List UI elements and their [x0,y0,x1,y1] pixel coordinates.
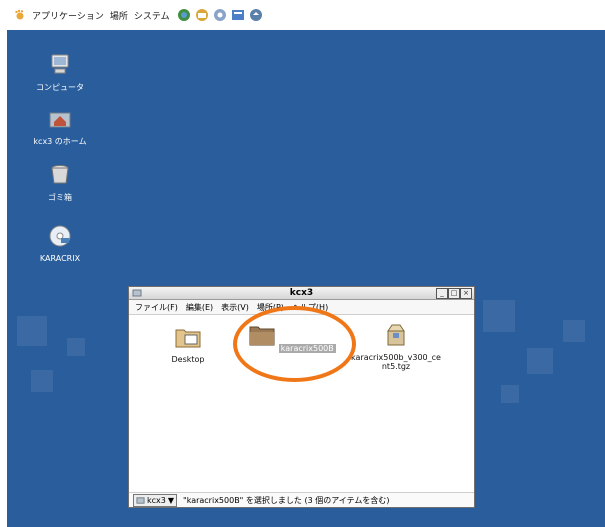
minimize-button[interactable]: _ [436,288,448,299]
desktop-decoration [31,370,53,392]
window-titlebar[interactable]: kcx3 _ □ × [129,287,474,300]
desktop-folder-icon [175,329,201,348]
messenger-icon[interactable] [212,8,228,22]
desktop-icon-label: コンピュータ [36,83,84,92]
desktop-icon-label: kcx3 のホーム [33,137,87,146]
trash-icon [51,165,69,184]
file-label: karacrix500B [278,344,336,353]
window-title: kcx3 [289,288,314,298]
home-folder-icon [136,496,145,504]
desktop-decoration [483,300,515,332]
cdrom-icon [49,225,71,247]
menu-edit[interactable]: 編集(E) [186,302,213,313]
folder-icon [249,326,275,346]
status-message: "karacrix500B" を選択しました (3 個のアイテムを含む) [183,495,390,505]
file-browser-window[interactable]: kcx3 _ □ × ファイル(F) 編集(E) 表示(V) 場所(P) ヘルプ… [128,286,475,508]
email-icon[interactable] [194,8,210,22]
top-panel: アプリケーション 場所 システム [0,0,605,30]
file-label: karacrix500b_v300_cent5.tgz [351,353,441,371]
file-item-karacrix500b[interactable]: karacrix500B [247,323,337,353]
menu-help[interactable]: ヘルプ(H) [292,302,328,313]
office-icon[interactable] [230,8,246,22]
desktop-icon-home[interactable]: kcx3 のホーム [15,106,105,147]
gnome-foot-icon[interactable] [14,9,26,21]
archive-icon [387,324,405,346]
desktop-decoration [17,316,47,346]
desktop-icon-trash[interactable]: ゴミ箱 [15,162,105,203]
file-view[interactable]: Desktop karacrix500B karacrix500b_v300_c… [129,315,474,491]
menu-places[interactable]: 場所(P) [257,302,284,313]
location-label: kcx3 [147,495,166,505]
desktop-icon-karacrix[interactable]: KARACRIX [15,224,105,263]
file-item-archive[interactable]: karacrix500b_v300_cent5.tgz [351,323,441,371]
home-folder-icon [49,112,71,128]
maximize-button[interactable]: □ [448,288,460,299]
desktop-decoration [501,385,519,403]
applications-menu[interactable]: アプリケーション [32,9,104,22]
desktop-icon-label: KARACRIX [39,254,81,263]
desktop-icon-label: ゴミ箱 [48,193,72,202]
file-label: Desktop [171,355,205,364]
desktop-decoration [563,320,585,342]
file-item-desktop[interactable]: Desktop [143,325,233,364]
window-menubar: ファイル(F) 編集(E) 表示(V) 場所(P) ヘルプ(H) [129,300,474,315]
computer-icon [51,54,69,74]
chevron-down-icon: ▼ [167,495,175,505]
menu-file[interactable]: ファイル(F) [135,302,178,313]
web-browser-icon[interactable] [176,8,192,22]
desktop-decoration [67,338,85,356]
menu-view[interactable]: 表示(V) [221,302,249,313]
places-menu[interactable]: 場所 [110,9,128,22]
desktop-decoration [527,348,553,374]
desktop-icon-computer[interactable]: コンピュータ [15,52,105,93]
panel-launchers [176,8,266,22]
close-button[interactable]: × [460,288,472,299]
window-statusbar: kcx3 ▼ "karacrix500B" を選択しました (3 個のアイテムを… [129,492,474,507]
update-icon[interactable] [248,8,264,22]
system-menu[interactable]: システム [134,9,170,22]
location-selector[interactable]: kcx3 ▼ [133,493,178,507]
